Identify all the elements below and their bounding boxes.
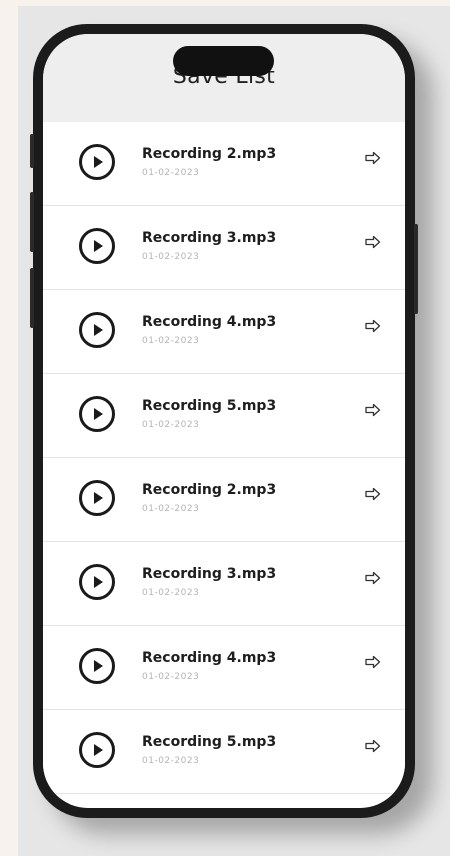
play-icon[interactable]: [79, 312, 115, 348]
recording-list: Recording 2.mp3 01-02-2023 Recording 3.m…: [43, 122, 405, 794]
open-arrow-icon[interactable]: [365, 570, 381, 585]
open-arrow-icon[interactable]: [365, 318, 381, 333]
recording-item[interactable]: Recording 3.mp3 01-02-2023: [43, 206, 405, 290]
play-icon[interactable]: [79, 144, 115, 180]
recording-name: Recording 4.mp3: [142, 314, 277, 330]
play-icon[interactable]: [79, 732, 115, 768]
recording-date: 01-02-2023: [142, 336, 200, 346]
open-arrow-icon[interactable]: [365, 486, 381, 501]
volume-down-button: [30, 268, 34, 328]
recording-item[interactable]: Recording 4.mp3 01-02-2023: [43, 290, 405, 374]
open-arrow-icon[interactable]: [365, 738, 381, 753]
recording-item[interactable]: Recording 2.mp3 01-02-2023: [43, 458, 405, 542]
recording-name: Recording 2.mp3: [142, 482, 277, 498]
recording-date: 01-02-2023: [142, 168, 200, 178]
recording-name: Recording 5.mp3: [142, 734, 277, 750]
open-arrow-icon[interactable]: [365, 150, 381, 165]
recording-date: 01-02-2023: [142, 504, 200, 514]
volume-up-button: [30, 192, 34, 252]
recording-date: 01-02-2023: [142, 756, 200, 766]
recording-item[interactable]: Recording 4.mp3 01-02-2023: [43, 626, 405, 710]
recording-name: Recording 5.mp3: [142, 398, 277, 414]
play-icon[interactable]: [79, 480, 115, 516]
play-icon[interactable]: [79, 564, 115, 600]
recording-item[interactable]: Recording 5.mp3 01-02-2023: [43, 374, 405, 458]
dynamic-island: [173, 46, 274, 76]
recording-name: Recording 3.mp3: [142, 230, 277, 246]
recording-date: 01-02-2023: [142, 672, 200, 682]
recording-item[interactable]: Recording 5.mp3 01-02-2023: [43, 710, 405, 794]
recording-name: Recording 2.mp3: [142, 146, 277, 162]
mute-switch: [30, 134, 34, 168]
recording-date: 01-02-2023: [142, 420, 200, 430]
recording-name: Recording 3.mp3: [142, 566, 277, 582]
recording-name: Recording 4.mp3: [142, 650, 277, 666]
open-arrow-icon[interactable]: [365, 654, 381, 669]
play-icon[interactable]: [79, 228, 115, 264]
open-arrow-icon[interactable]: [365, 234, 381, 249]
recording-date: 01-02-2023: [142, 252, 200, 262]
recording-item[interactable]: Recording 2.mp3 01-02-2023: [43, 122, 405, 206]
play-icon[interactable]: [79, 648, 115, 684]
phone-frame: Save List Recording 2.mp3 01-02-2023 Rec…: [30, 24, 418, 818]
recording-date: 01-02-2023: [142, 588, 200, 598]
play-icon[interactable]: [79, 396, 115, 432]
power-button: [414, 224, 418, 314]
app-screen: Save List Recording 2.mp3 01-02-2023 Rec…: [43, 34, 405, 808]
recording-item[interactable]: Recording 3.mp3 01-02-2023: [43, 542, 405, 626]
open-arrow-icon[interactable]: [365, 402, 381, 417]
